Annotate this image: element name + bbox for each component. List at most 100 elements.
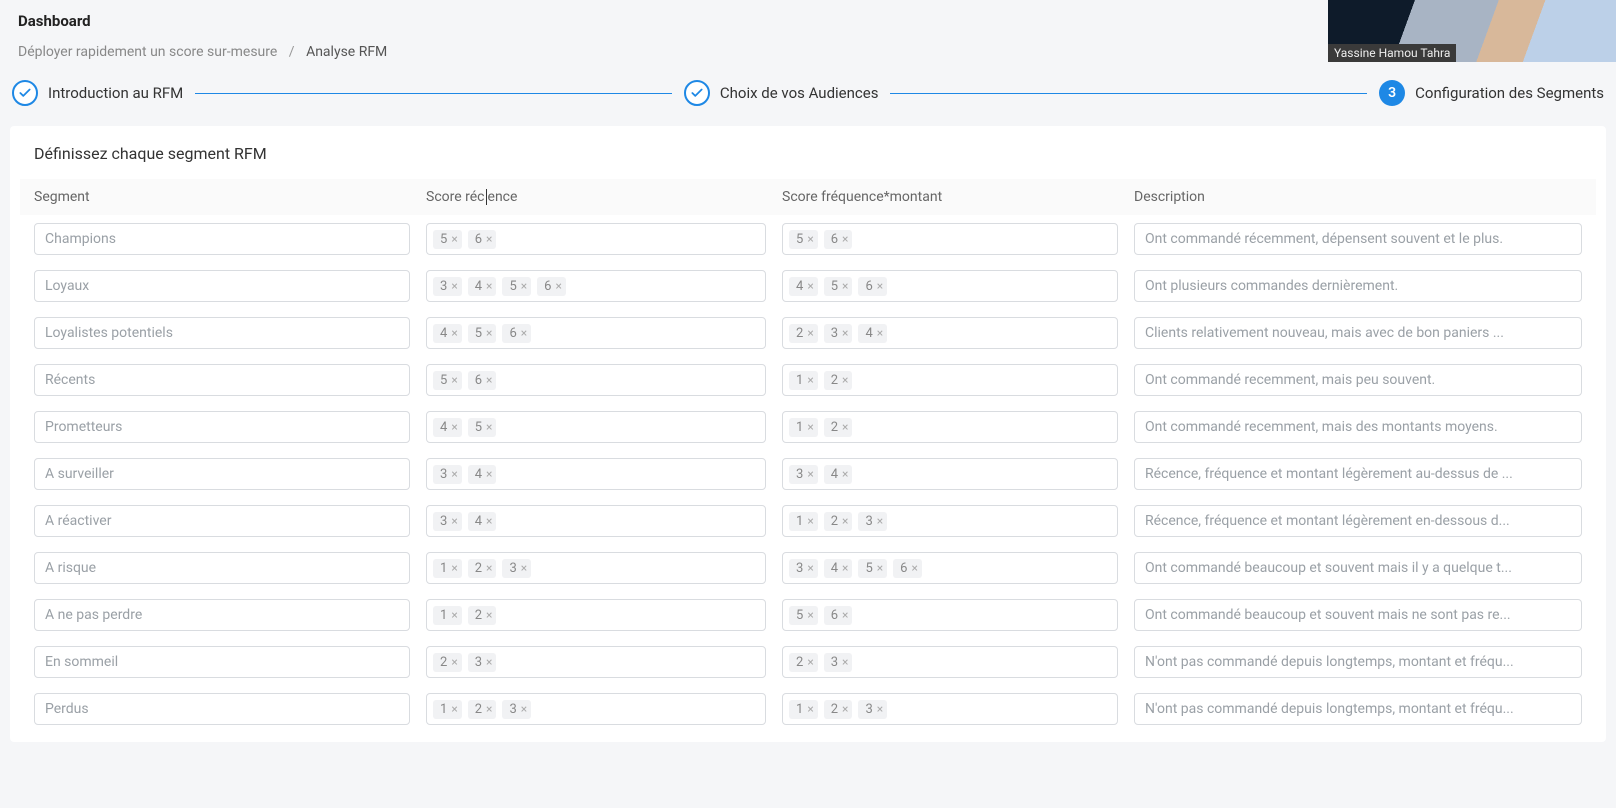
score-tag[interactable]: 6× (824, 230, 853, 249)
close-icon[interactable]: × (486, 468, 492, 480)
score-tag[interactable]: 3× (502, 559, 531, 578)
close-icon[interactable]: × (842, 609, 848, 621)
close-icon[interactable]: × (807, 562, 813, 574)
score-tag[interactable]: 4× (789, 277, 818, 296)
description-input[interactable]: N'ont pas commandé depuis longtemps, mon… (1134, 693, 1582, 725)
close-icon[interactable]: × (521, 703, 527, 715)
score-tag[interactable]: 5× (789, 606, 818, 625)
segment-input[interactable]: Loyalistes potentiels (34, 317, 410, 349)
segment-input[interactable]: Champions (34, 223, 410, 255)
recence-tags[interactable]: 5×6× (426, 223, 766, 255)
score-tag[interactable]: 3× (858, 700, 887, 719)
score-tag[interactable]: 1× (789, 512, 818, 531)
score-tag[interactable]: 2× (468, 606, 497, 625)
description-input[interactable]: Ont plusieurs commandes dernièrement. (1134, 270, 1582, 302)
close-icon[interactable]: × (877, 280, 883, 292)
score-tag[interactable]: 2× (433, 653, 462, 672)
segment-input[interactable]: Récents (34, 364, 410, 396)
score-tag[interactable]: 2× (824, 371, 853, 390)
score-tag[interactable]: 5× (433, 230, 462, 249)
breadcrumb-root[interactable]: Déployer rapidement un score sur-mesure (18, 44, 277, 60)
score-tag[interactable]: 4× (824, 559, 853, 578)
score-tag[interactable]: 3× (433, 512, 462, 531)
fm-tags[interactable]: 4×5×6× (782, 270, 1118, 302)
score-tag[interactable]: 1× (789, 700, 818, 719)
close-icon[interactable]: × (807, 327, 813, 339)
score-tag[interactable]: 1× (433, 559, 462, 578)
close-icon[interactable]: × (807, 233, 813, 245)
close-icon[interactable]: × (807, 515, 813, 527)
score-tag[interactable]: 6× (502, 324, 531, 343)
close-icon[interactable]: × (451, 609, 457, 621)
score-tag[interactable]: 5× (824, 277, 853, 296)
score-tag[interactable]: 4× (858, 324, 887, 343)
description-input[interactable]: Ont commandé beaucoup et souvent mais il… (1134, 552, 1582, 584)
close-icon[interactable]: × (486, 327, 492, 339)
fm-tags[interactable]: 1×2× (782, 411, 1118, 443)
score-tag[interactable]: 6× (893, 559, 922, 578)
step-configuration[interactable]: 3 Configuration des Segments (1379, 80, 1604, 106)
recence-tags[interactable]: 4×5×6× (426, 317, 766, 349)
close-icon[interactable]: × (451, 515, 457, 527)
score-tag[interactable]: 5× (468, 324, 497, 343)
close-icon[interactable]: × (451, 656, 457, 668)
close-icon[interactable]: × (807, 421, 813, 433)
score-tag[interactable]: 2× (468, 559, 497, 578)
score-tag[interactable]: 2× (824, 512, 853, 531)
close-icon[interactable]: × (807, 609, 813, 621)
recence-tags[interactable]: 4×5× (426, 411, 766, 443)
fm-tags[interactable]: 2×3×4× (782, 317, 1118, 349)
score-tag[interactable]: 2× (789, 653, 818, 672)
close-icon[interactable]: × (451, 703, 457, 715)
close-icon[interactable]: × (842, 374, 848, 386)
score-tag[interactable]: 3× (468, 653, 497, 672)
score-tag[interactable]: 3× (789, 559, 818, 578)
score-tag[interactable]: 3× (858, 512, 887, 531)
close-icon[interactable]: × (451, 374, 457, 386)
score-tag[interactable]: 4× (824, 465, 853, 484)
close-icon[interactable]: × (521, 327, 527, 339)
score-tag[interactable]: 2× (824, 418, 853, 437)
score-tag[interactable]: 4× (433, 418, 462, 437)
segment-input[interactable]: En sommeil (34, 646, 410, 678)
score-tag[interactable]: 4× (468, 277, 497, 296)
close-icon[interactable]: × (842, 280, 848, 292)
close-icon[interactable]: × (842, 327, 848, 339)
description-input[interactable]: Clients relativement nouveau, mais avec … (1134, 317, 1582, 349)
score-tag[interactable]: 1× (789, 371, 818, 390)
close-icon[interactable]: × (451, 280, 457, 292)
description-input[interactable]: N'ont pas commandé depuis longtemps, mon… (1134, 646, 1582, 678)
score-tag[interactable]: 3× (824, 324, 853, 343)
close-icon[interactable]: × (486, 233, 492, 245)
score-tag[interactable]: 6× (468, 371, 497, 390)
fm-tags[interactable]: 5×6× (782, 223, 1118, 255)
close-icon[interactable]: × (521, 280, 527, 292)
close-icon[interactable]: × (555, 280, 561, 292)
fm-tags[interactable]: 5×6× (782, 599, 1118, 631)
close-icon[interactable]: × (842, 656, 848, 668)
recence-tags[interactable]: 3×4× (426, 458, 766, 490)
step-introduction[interactable]: Introduction au RFM (12, 80, 183, 106)
fm-tags[interactable]: 3×4×5×6× (782, 552, 1118, 584)
recence-tags[interactable]: 2× 3× (426, 646, 766, 678)
close-icon[interactable]: × (842, 562, 848, 574)
score-tag[interactable]: 1× (433, 700, 462, 719)
close-icon[interactable]: × (521, 562, 527, 574)
close-icon[interactable]: × (486, 374, 492, 386)
score-tag[interactable]: 3× (433, 277, 462, 296)
description-input[interactable]: Ont commandé recemment, mais des montant… (1134, 411, 1582, 443)
score-tag[interactable]: 6× (537, 277, 566, 296)
close-icon[interactable]: × (486, 656, 492, 668)
segment-input[interactable]: A risque (34, 552, 410, 584)
score-tag[interactable]: 4× (468, 465, 497, 484)
close-icon[interactable]: × (486, 562, 492, 574)
score-tag[interactable]: 3× (824, 653, 853, 672)
score-tag[interactable]: 5× (433, 371, 462, 390)
close-icon[interactable]: × (877, 703, 883, 715)
close-icon[interactable]: × (911, 562, 917, 574)
close-icon[interactable]: × (842, 421, 848, 433)
description-input[interactable]: Récence, fréquence et montant légèrement… (1134, 458, 1582, 490)
score-tag[interactable]: 3× (502, 700, 531, 719)
close-icon[interactable]: × (807, 468, 813, 480)
fm-tags[interactable]: 2× 3× (782, 646, 1118, 678)
